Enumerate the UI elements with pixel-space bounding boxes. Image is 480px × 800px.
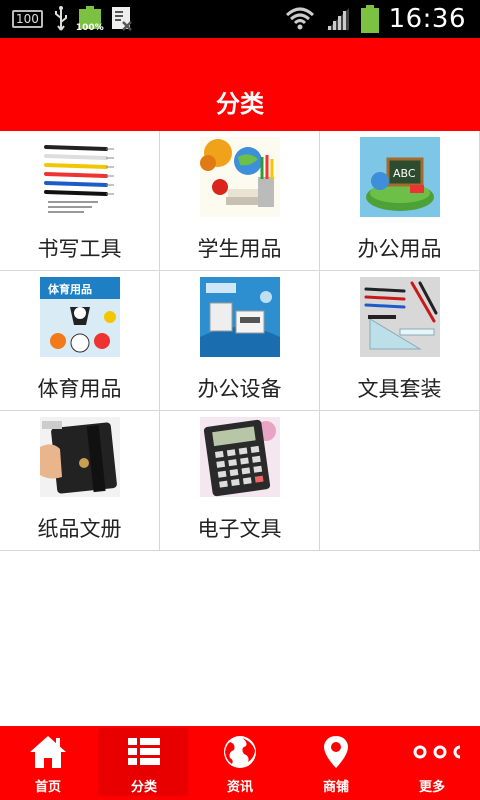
wifi-icon bbox=[285, 7, 314, 30]
calculator-photo bbox=[200, 417, 280, 497]
school-supplies-photo bbox=[200, 137, 280, 217]
tab-label: 分类 bbox=[130, 780, 157, 795]
globe-icon bbox=[224, 736, 256, 768]
stationery-set-photo bbox=[360, 277, 440, 357]
tab-label: 更多 bbox=[418, 780, 445, 795]
category-label: 书写工具 bbox=[37, 237, 122, 261]
tab-label: 首页 bbox=[34, 780, 61, 795]
category-grid: 书写工具 学生用品 ABC 办公用品 体育用品 体育用品 办公设备 文具套装 纸… bbox=[0, 131, 480, 551]
category-label: 文具套装 bbox=[357, 377, 442, 401]
category-item-student-supplies[interactable]: 学生用品 bbox=[160, 131, 320, 271]
category-item-paper-products[interactable]: 纸品文册 bbox=[0, 411, 160, 551]
category-item-office-equipment[interactable]: 办公设备 bbox=[160, 271, 320, 411]
notebook-photo bbox=[40, 417, 120, 497]
signal-icon bbox=[326, 8, 349, 30]
category-item-writing-tools[interactable]: 书写工具 bbox=[0, 131, 160, 271]
category-item-electronic-stationery[interactable]: 电子文具 bbox=[160, 411, 320, 551]
tab-category[interactable]: 分类 bbox=[96, 726, 192, 800]
location-pin-icon bbox=[324, 736, 348, 768]
category-label: 体育用品 bbox=[37, 377, 122, 401]
sports-goods-photo: 体育用品 bbox=[40, 277, 120, 357]
category-item-office-supplies[interactable]: ABC 办公用品 bbox=[320, 131, 480, 271]
usb-icon bbox=[54, 6, 67, 31]
tab-more[interactable]: 更多 bbox=[384, 726, 480, 800]
page-title: 分类 bbox=[216, 90, 264, 118]
thumb-text: 体育用品 bbox=[48, 282, 92, 296]
tab-label: 商铺 bbox=[322, 780, 349, 795]
document-x-icon bbox=[111, 7, 132, 31]
battery-download-icon: 100% bbox=[76, 6, 104, 33]
category-label: 学生用品 bbox=[197, 237, 282, 261]
tab-shops[interactable]: 商铺 bbox=[288, 726, 384, 800]
empty-grid-cell bbox=[320, 411, 480, 551]
app-header: 分类 bbox=[0, 38, 480, 131]
category-item-sports-goods[interactable]: 体育用品 体育用品 bbox=[0, 271, 160, 411]
pens-photo bbox=[40, 137, 120, 217]
bottom-navigation: 首页 分类 资讯 商铺 更多 bbox=[0, 726, 480, 800]
category-label: 办公设备 bbox=[197, 377, 282, 401]
category-item-stationery-set[interactable]: 文具套装 bbox=[320, 271, 480, 411]
status-bar: 100 100% 16:36 bbox=[0, 0, 480, 38]
svg-text:ABC: ABC bbox=[393, 167, 416, 180]
battery-icon bbox=[360, 5, 379, 33]
tab-home[interactable]: 首页 bbox=[0, 726, 96, 800]
office-supplies-photo: ABC bbox=[360, 137, 440, 217]
category-list-icon bbox=[128, 738, 160, 765]
more-dots-icon bbox=[413, 745, 460, 759]
clock: 16:36 bbox=[388, 4, 466, 34]
tab-news[interactable]: 资讯 bbox=[192, 726, 288, 800]
category-label: 电子文具 bbox=[197, 517, 282, 541]
tab-label: 资讯 bbox=[226, 780, 253, 795]
category-label: 办公用品 bbox=[357, 237, 442, 261]
office-equipment-photo bbox=[200, 277, 280, 357]
home-icon bbox=[30, 736, 66, 768]
category-label: 纸品文册 bbox=[37, 517, 122, 541]
notification-counter: 100 bbox=[12, 10, 43, 28]
